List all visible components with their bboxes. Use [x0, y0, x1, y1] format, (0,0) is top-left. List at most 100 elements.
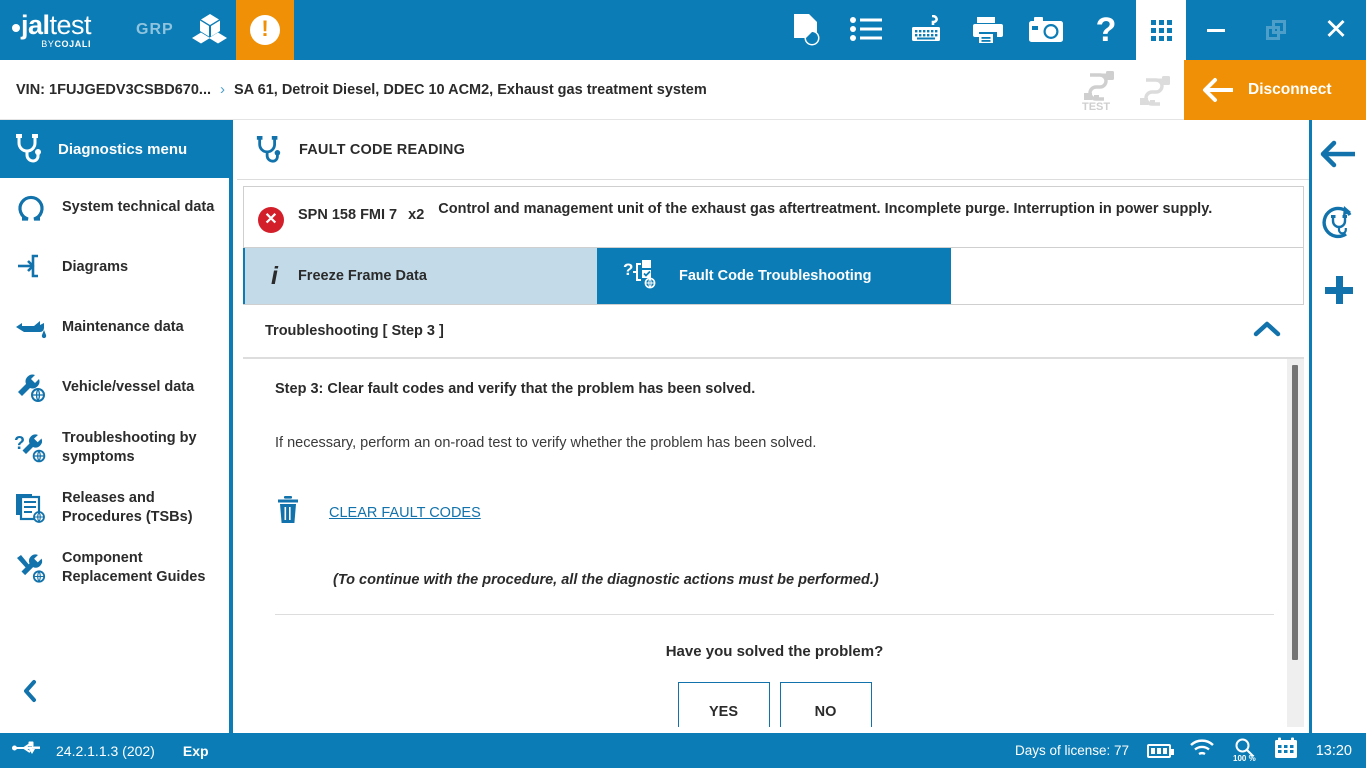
sidebar-item-system-technical-data[interactable]: System technical data	[0, 178, 229, 238]
oil-can-icon	[14, 316, 48, 340]
sidebar-collapse-button[interactable]	[0, 671, 60, 711]
sidebar-item-label: System technical data	[62, 199, 215, 216]
fault-tree-icon: ?	[623, 258, 659, 294]
section-collapse-button[interactable]	[1252, 319, 1282, 344]
disconnect-button[interactable]: Disconnect	[1184, 59, 1366, 120]
info-icon: i	[271, 261, 278, 290]
jaltest-diagnostics-window: jaltest BYCOJALI GRP ! ? ✕ VIN: 1FUJGEDV…	[0, 0, 1366, 768]
tabs-filler	[951, 248, 1304, 304]
fault-code-spn: SPN 158 FMI 7	[298, 207, 398, 223]
tools-globe-icon	[14, 553, 48, 583]
main-content: FAULT CODE READING ✕ SPN 158 FMI 7 x2 Co…	[237, 120, 1309, 733]
restore-button[interactable]	[1246, 0, 1306, 60]
sidebar-item-label: Diagrams	[62, 259, 129, 276]
list-icon[interactable]	[836, 0, 896, 60]
omega-icon	[14, 193, 48, 223]
clear-fault-codes-link[interactable]: CLEAR FAULT CODES	[329, 505, 481, 521]
sidebar-item-label: Troubleshooting by symptoms	[62, 429, 197, 465]
tab-freeze-frame-data[interactable]: i Freeze Frame Data	[243, 248, 597, 304]
sidebar-item-maintenance-data[interactable]: Maintenance data	[0, 298, 229, 358]
procedure-note: (To continue with the procedure, all the…	[333, 572, 879, 588]
sidebar-header-label: Diagnostics menu	[58, 140, 188, 158]
arrow-left-icon	[1320, 140, 1355, 168]
sidebar-item-diagrams[interactable]: Diagrams	[0, 238, 229, 298]
connector-icon[interactable]	[1128, 60, 1184, 120]
rescan-diagnostics-button[interactable]	[1312, 188, 1366, 256]
svg-text:?: ?	[623, 260, 633, 279]
step-title: Step 3: Clear fault codes and verify tha…	[275, 381, 756, 397]
fault-code-row[interactable]: ✕ SPN 158 FMI 7 x2 Control and managemen…	[243, 186, 1304, 248]
tab-label: Freeze Frame Data	[297, 268, 427, 284]
sidebar-item-label: Releases and Procedures (TSBs)	[62, 489, 193, 525]
warning-glyph: !	[261, 16, 269, 41]
troubleshooting-section-header[interactable]: Troubleshooting [ Step 3 ]	[243, 305, 1304, 359]
minimize-button[interactable]	[1186, 0, 1246, 60]
close-icon: ✕	[1323, 13, 1349, 46]
help-glyph: ?	[1095, 11, 1117, 49]
breadcrumb-vin[interactable]: VIN: 1FUJGEDV3CSBD670...	[16, 82, 211, 98]
arrow-left-icon	[1203, 77, 1233, 102]
license-days: Days of license: 77	[1014, 743, 1130, 758]
clear-fault-codes-row: CLEAR FAULT CODES	[275, 495, 1274, 530]
wrench-globe-icon	[14, 373, 48, 403]
documents-globe-icon	[14, 493, 48, 523]
tab-fault-code-troubleshooting[interactable]: ? Fault Code Troubleshooting	[597, 248, 951, 304]
section-title: Troubleshooting [ Step 3 ]	[265, 323, 444, 339]
solved-question: Have you solved the problem?	[665, 643, 884, 660]
add-button[interactable]	[1312, 256, 1366, 324]
sidebar-item-troubleshooting-by-symptoms[interactable]: ? Troubleshooting by symptoms	[0, 418, 229, 478]
sidebar-item-label: Component Replacement Guides	[62, 549, 206, 585]
sidebar-item-releases-and-procedures[interactable]: Releases and Procedures (TSBs)	[0, 478, 229, 538]
sidebar-item-vehicle-vessel-data[interactable]: Vehicle/vessel data	[0, 358, 229, 418]
window-controls: ✕	[1186, 0, 1366, 60]
connector-test-icon[interactable]: TEST	[1072, 60, 1128, 120]
logo-dot	[12, 23, 20, 32]
plus-icon	[1325, 276, 1353, 304]
left-sidebar: Diagnostics menu System technical data D…	[0, 120, 233, 733]
trash-icon[interactable]	[275, 495, 301, 530]
battery-icon[interactable]	[1147, 743, 1175, 758]
panel-divider	[275, 614, 1274, 615]
panel-scrollbar[interactable]	[1287, 359, 1304, 727]
camera-icon[interactable]	[1016, 0, 1076, 60]
keyboard-icon[interactable]	[896, 0, 956, 60]
zoom-level-button[interactable]: 100 %	[1233, 738, 1256, 763]
page-title: FAULT CODE READING	[237, 120, 1309, 180]
printer-icon[interactable]	[956, 0, 1016, 60]
warning-button[interactable]: !	[236, 0, 294, 60]
help-icon[interactable]: ?	[1076, 0, 1136, 60]
scrollbar-thumb[interactable]	[1292, 365, 1298, 660]
right-action-rail	[1309, 120, 1366, 733]
calendar-icon[interactable]	[1274, 737, 1298, 764]
disconnect-label: Disconnect	[1248, 80, 1332, 98]
yes-button[interactable]: YES	[677, 682, 770, 727]
sidebar-item-label: Maintenance data	[62, 319, 184, 336]
document-report-icon[interactable]	[776, 0, 836, 60]
zoom-level-label: 100 %	[1233, 754, 1256, 763]
sidebar-item-label: Vehicle/vessel data	[62, 379, 195, 396]
wifi-icon[interactable]	[1189, 738, 1215, 763]
app-logo: jaltest BYCOJALI	[0, 0, 130, 60]
fault-detail-tabs: i Freeze Frame Data ? Fault Code Trouble	[243, 248, 1304, 305]
page-title-label: FAULT CODE READING	[299, 141, 466, 158]
close-button[interactable]: ✕	[1306, 0, 1366, 60]
chevron-left-icon	[24, 680, 36, 702]
breadcrumb-system[interactable]: SA 61, Detroit Diesel, DDEC 10 ACM2, Exh…	[234, 82, 707, 98]
status-right-group: Days of license: 77 100 % 13:20	[1015, 737, 1366, 764]
sidebar-item-component-replacement-guides[interactable]: Component Replacement Guides	[0, 538, 229, 598]
apps-grid-icon[interactable]	[1136, 0, 1186, 60]
sidebar-header-diagnostics-menu[interactable]: Diagnostics menu	[0, 120, 229, 178]
top-toolbar: jaltest BYCOJALI GRP ! ? ✕	[0, 0, 1366, 60]
stethoscope-icon	[16, 134, 41, 163]
top-tool-icons: ?	[776, 0, 1136, 60]
cubes-icon[interactable]	[184, 0, 236, 60]
chevron-up-icon	[1253, 321, 1281, 336]
status-left-group: 24.2.1.1.3 (202) Exp	[0, 740, 209, 761]
breadcrumb-bar: VIN: 1FUJGEDV3CSBD670... › SA 61, Detroi…	[0, 59, 1366, 120]
step-note: If necessary, perform an on-road test to…	[275, 435, 817, 451]
back-button[interactable]	[1312, 120, 1366, 188]
chevron-right-icon: ›	[220, 81, 226, 98]
warning-icon: !	[250, 15, 280, 45]
group-label: GRP	[136, 21, 174, 38]
no-button[interactable]: NO	[779, 682, 872, 727]
